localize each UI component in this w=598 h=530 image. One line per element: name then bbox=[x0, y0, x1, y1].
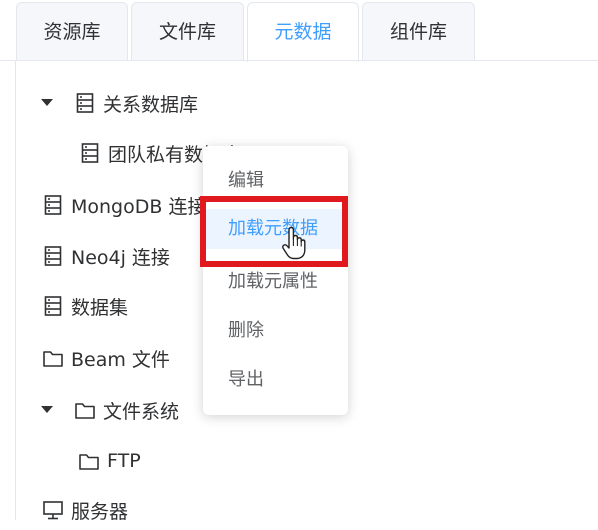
tree-item-label: FTP bbox=[107, 450, 141, 472]
menu-item-edit[interactable]: 编辑 bbox=[203, 161, 348, 201]
tree-item-server[interactable]: 服务器 bbox=[43, 490, 128, 530]
tree-item-label: Beam 文件 bbox=[71, 348, 170, 371]
tab-divider bbox=[0, 60, 598, 61]
folder-icon bbox=[79, 451, 99, 471]
tree-item-dataset[interactable]: 数据集 bbox=[43, 286, 128, 326]
caret-down-icon[interactable] bbox=[41, 97, 53, 109]
panel-border bbox=[15, 61, 16, 520]
caret-down-icon[interactable] bbox=[41, 404, 53, 416]
hand-cursor-icon bbox=[281, 226, 307, 264]
tree-item-label: MongoDB 连接 bbox=[71, 195, 207, 218]
monitor-icon bbox=[43, 500, 63, 520]
database-icon bbox=[80, 143, 100, 163]
menu-item-delete[interactable]: 删除 bbox=[203, 311, 348, 351]
database-icon bbox=[43, 246, 63, 266]
database-icon bbox=[43, 195, 63, 215]
context-menu: 编辑 加载元数据 加载元属性 删除 导出 bbox=[203, 146, 348, 415]
database-icon bbox=[75, 93, 95, 113]
tree-item-label: 服务器 bbox=[71, 500, 129, 523]
tab-file-library[interactable]: 文件库 bbox=[131, 2, 244, 60]
tab-resource-library[interactable]: 资源库 bbox=[16, 2, 128, 60]
tree-item-beam-files[interactable]: Beam 文件 bbox=[43, 338, 170, 378]
tree-item-label: Neo4j 连接 bbox=[71, 246, 170, 269]
highlight-box bbox=[200, 196, 348, 267]
database-icon bbox=[43, 296, 63, 316]
tree-item-neo4j[interactable]: Neo4j 连接 bbox=[43, 236, 170, 276]
tab-component-library[interactable]: 组件库 bbox=[362, 2, 475, 60]
tree-item-ftp[interactable]: FTP bbox=[79, 441, 141, 481]
tab-bar: 资源库 文件库 元数据 组件库 bbox=[0, 0, 598, 62]
menu-item-export[interactable]: 导出 bbox=[203, 360, 348, 400]
tree-item-label: 关系数据库 bbox=[103, 93, 199, 116]
tree-item-relational-db[interactable]: 关系数据库 bbox=[41, 83, 198, 123]
folder-icon bbox=[75, 400, 95, 420]
tree-item-mongodb[interactable]: MongoDB 连接 bbox=[43, 185, 206, 225]
folder-icon bbox=[43, 348, 63, 368]
tree-item-file-system[interactable]: 文件系统 bbox=[41, 390, 179, 430]
menu-item-load-meta-attributes[interactable]: 加载元属性 bbox=[203, 262, 348, 302]
tree-item-label: 文件系统 bbox=[103, 400, 180, 423]
tab-metadata[interactable]: 元数据 bbox=[247, 2, 359, 62]
tree-item-label: 数据集 bbox=[71, 296, 129, 319]
